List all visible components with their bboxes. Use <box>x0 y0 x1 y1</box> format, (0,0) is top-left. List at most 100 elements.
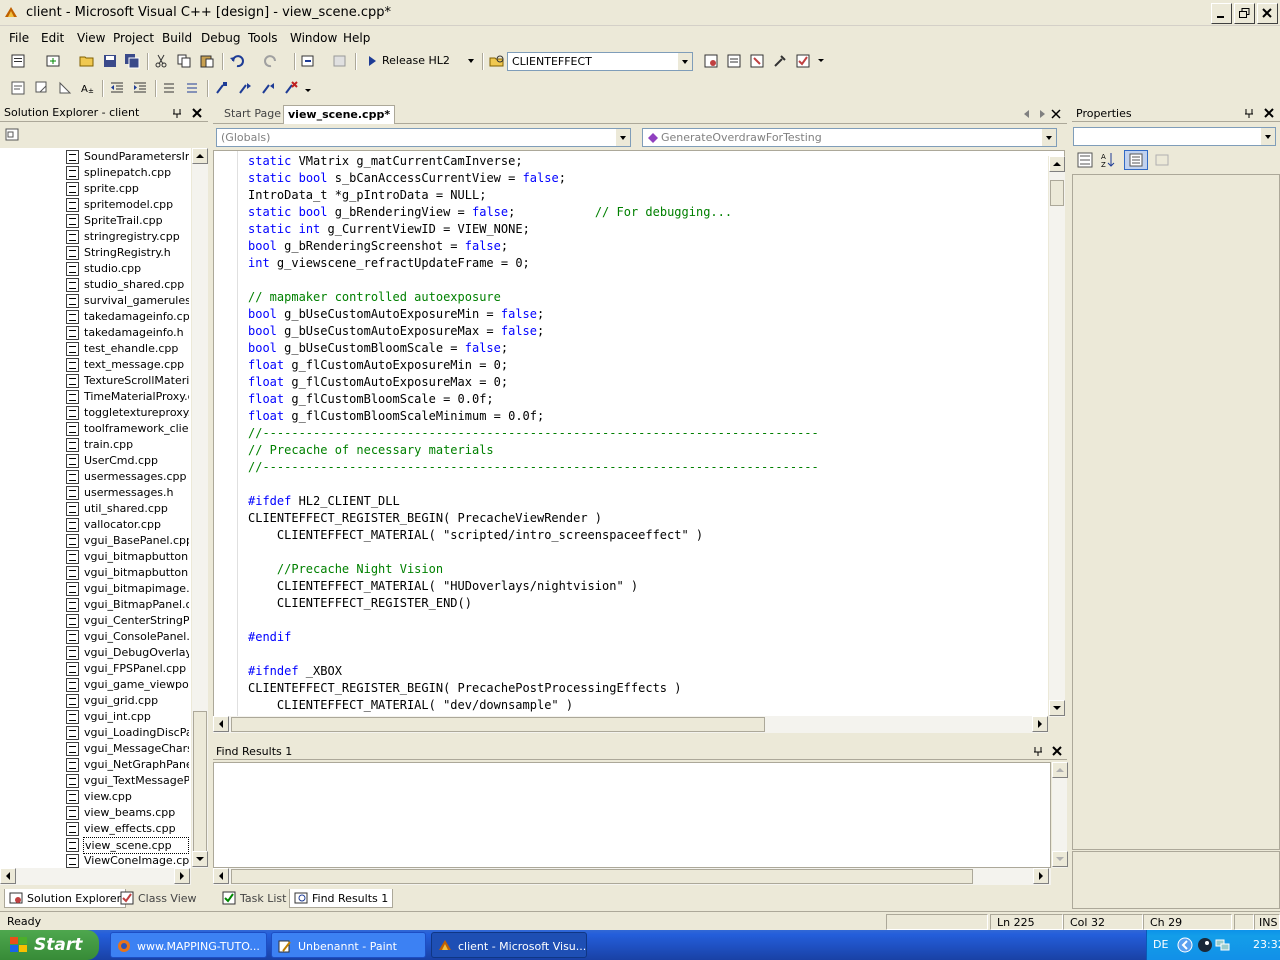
class-view-icon[interactable] <box>795 53 811 69</box>
solution-file-item[interactable]: vgui_MessageChars.c <box>66 741 189 757</box>
uncomment-lines-icon[interactable] <box>184 80 200 96</box>
taskbar-button-browser[interactable]: www.MAPPING-TUTO... <box>110 932 267 958</box>
solution-file-item[interactable]: studio.cpp <box>66 261 189 277</box>
menu-view[interactable]: View <box>77 31 105 45</box>
properties-window-icon[interactable] <box>726 53 742 69</box>
toggle-bookmark-icon[interactable] <box>214 80 230 96</box>
properties-view-button[interactable] <box>1124 150 1148 170</box>
add-item-icon[interactable] <box>45 53 61 69</box>
scroll-thumb[interactable] <box>1050 180 1064 206</box>
save-all-icon[interactable] <box>124 53 140 69</box>
code-line[interactable]: float g_flCustomAutoExposureMin = 0; <box>248 357 508 374</box>
scroll-thumb[interactable] <box>193 711 207 853</box>
save-icon[interactable] <box>102 53 118 69</box>
menu-help[interactable]: Help <box>343 31 370 45</box>
scroll-down-button[interactable] <box>1049 700 1065 716</box>
solution-file-item[interactable]: splinepatch.cpp <box>66 165 189 181</box>
code-line[interactable]: bool g_bUseCustomBloomScale = false; <box>248 340 508 357</box>
copy-icon[interactable] <box>176 53 192 69</box>
tab-class-view[interactable]: Class View <box>116 889 201 908</box>
toolbox-icon[interactable] <box>772 53 788 69</box>
find-in-files-icon[interactable] <box>489 53 505 69</box>
solution-file-item[interactable]: vgui_FPSPanel.cpp <box>66 661 189 677</box>
solution-file-item[interactable]: vgui_LoadingDiscPane <box>66 725 189 741</box>
solution-file-item[interactable]: view_scene.cpp <box>66 837 189 854</box>
solution-file-item[interactable]: vgui_int.cpp <box>66 709 189 725</box>
code-line[interactable]: static VMatrix g_matCurrentCamInverse; <box>248 153 523 170</box>
solution-file-item[interactable]: UserCmd.cpp <box>66 453 189 469</box>
code-line[interactable]: #ifndef _XBOX <box>248 663 342 680</box>
solution-file-item[interactable]: vgui_BasePanel.cpp <box>66 533 189 549</box>
scroll-thumb[interactable] <box>231 869 973 884</box>
code-line[interactable]: CLIENTEFFECT_REGISTER_BEGIN( PrecachePos… <box>248 680 681 697</box>
code-line[interactable]: IntroData_t *g_pIntroData = NULL; <box>248 187 486 204</box>
code-line[interactable]: bool g_bUseCustomAutoExposureMin = false… <box>248 306 544 323</box>
tab-solution-explorer[interactable]: Solution Explorer <box>4 889 127 908</box>
redo-icon[interactable] <box>263 53 279 69</box>
solution-file-item[interactable]: SpriteTrail.cpp <box>66 213 189 229</box>
code-line[interactable]: bool g_bUseCustomAutoExposureMax = false… <box>248 323 544 340</box>
solution-file-item[interactable]: vallocator.cpp <box>66 517 189 533</box>
toolbar-options-icon[interactable] <box>815 53 831 69</box>
decrease-indent-icon[interactable] <box>109 80 125 96</box>
solution-file-item[interactable]: vgui_game_viewport. <box>66 677 189 693</box>
code-line[interactable]: CLIENTEFFECT_MATERIAL( "dev/downsample" … <box>248 697 573 714</box>
code-line[interactable]: float g_flCustomBloomScale = 0.0f; <box>248 391 494 408</box>
properties-grid[interactable] <box>1072 174 1280 850</box>
cut-icon[interactable] <box>153 53 169 69</box>
property-pages-button[interactable] <box>1153 151 1173 169</box>
scroll-up-button[interactable] <box>192 148 208 164</box>
solution-tree[interactable]: SoundParametersInte splinepatch.cpp sprite… <box>0 148 191 868</box>
code-line[interactable]: CLIENTEFFECT_REGISTER_BEGIN( PrecacheVie… <box>248 510 602 527</box>
minimize-button[interactable] <box>1211 3 1232 24</box>
solution-explorer-icon[interactable] <box>703 53 719 69</box>
code-line[interactable]: CLIENTEFFECT_MATERIAL( "HUDoverlays/nigh… <box>248 578 638 595</box>
close-icon[interactable] <box>192 108 202 118</box>
scroll-right-button[interactable] <box>1033 868 1049 884</box>
code-line[interactable]: CLIENTEFFECT_MATERIAL( "scripted/intro_s… <box>248 527 703 544</box>
editor-hscroll[interactable] <box>213 716 1048 733</box>
solution-file-item[interactable]: TimeMaterialProxy.cp <box>66 389 189 405</box>
solution-file-item[interactable]: text_message.cpp <box>66 357 189 373</box>
solution-file-item[interactable]: spritemodel.cpp <box>66 197 189 213</box>
scroll-thumb[interactable] <box>231 717 765 732</box>
code-line[interactable]: #endif <box>248 629 291 646</box>
solution-file-item[interactable]: util_shared.cpp <box>66 501 189 517</box>
code-line[interactable]: // Precache of necessary materials <box>248 442 494 459</box>
solution-file-item[interactable]: vgui_ConsolePanel.cp <box>66 629 189 645</box>
menu-project[interactable]: Project <box>113 31 154 45</box>
tab-find-results[interactable]: Find Results 1 <box>289 889 394 908</box>
solution-file-item[interactable]: vgui_bitmapbutton.cp <box>66 549 189 565</box>
scroll-up-button[interactable] <box>1049 156 1065 172</box>
close-icon[interactable] <box>1052 746 1062 756</box>
code-line[interactable]: static int g_CurrentViewID = VIEW_NONE; <box>248 221 530 238</box>
scroll-left-button[interactable] <box>0 868 16 884</box>
scroll-right-button[interactable] <box>174 868 190 884</box>
solution-file-item[interactable]: vgui_DebugOverlayPa <box>66 645 189 661</box>
network-icon[interactable] <box>1215 937 1231 953</box>
find-results-hscroll[interactable] <box>213 868 1051 885</box>
complete-word-icon[interactable]: A ± <box>80 80 96 96</box>
close-icon[interactable] <box>1264 108 1274 118</box>
solution-file-item[interactable]: takedamageinfo.cpp <box>66 309 189 325</box>
menu-window[interactable]: Window <box>290 31 337 45</box>
code-line[interactable]: //Precache Night Vision <box>248 561 443 578</box>
paste-icon[interactable] <box>199 53 215 69</box>
previous-bookmark-icon[interactable] <box>260 80 276 96</box>
solution-file-item[interactable]: vgui_grid.cpp <box>66 693 189 709</box>
code-line[interactable]: #ifdef HL2_CLIENT_DLL <box>248 493 400 510</box>
code-line[interactable]: float g_flCustomAutoExposureMax = 0; <box>248 374 508 391</box>
menu-edit[interactable]: Edit <box>41 31 64 45</box>
undo-icon[interactable] <box>229 53 245 69</box>
solution-file-item[interactable]: vgui_TextMessagePar <box>66 773 189 789</box>
scroll-right-button[interactable] <box>1032 716 1048 732</box>
language-indicator[interactable]: DE <box>1153 938 1168 951</box>
menu-tools[interactable]: Tools <box>248 31 278 45</box>
navigate-backward-icon[interactable] <box>300 53 316 69</box>
solution-file-item[interactable]: train.cpp <box>66 437 189 453</box>
solution-file-item[interactable]: usermessages.cpp <box>66 469 189 485</box>
tab-start-page[interactable]: Start Page <box>224 107 281 120</box>
code-line[interactable]: bool g_bRenderingScreenshot = false; <box>248 238 508 255</box>
solution-file-item[interactable]: ViewConeImage.cpp <box>66 853 189 868</box>
solution-file-item[interactable]: vgui_bitmapbutton.h <box>66 565 189 581</box>
